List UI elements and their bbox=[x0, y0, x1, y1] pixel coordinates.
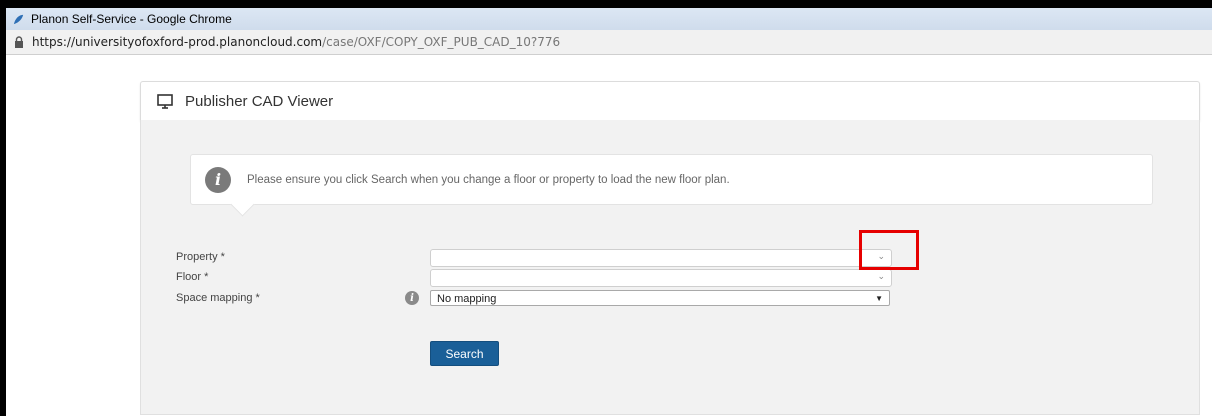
info-message: Please ensure you click Search when you … bbox=[247, 173, 730, 186]
property-dropdown[interactable]: ⌄ bbox=[430, 249, 892, 267]
floor-dropdown[interactable]: ⌄ bbox=[430, 269, 892, 287]
info-icon: i bbox=[205, 166, 231, 193]
floor-label: Floor * bbox=[176, 271, 209, 283]
panel-body: i Please ensure you click Search when yo… bbox=[140, 120, 1200, 415]
panel-header: Publisher CAD Viewer bbox=[140, 81, 1200, 121]
chevron-down-icon[interactable]: ⌄ bbox=[877, 271, 885, 282]
search-button[interactable]: Search bbox=[430, 341, 499, 366]
url-path: /case/OXF/COPY_OXF_PUB_CAD_10?776 bbox=[322, 35, 561, 49]
window-title: Planon Self-Service - Google Chrome bbox=[31, 12, 232, 26]
planon-logo-icon bbox=[13, 14, 24, 24]
info-icon[interactable]: i bbox=[405, 291, 419, 305]
space-mapping-label: Space mapping * bbox=[176, 292, 260, 304]
browser-titlebar: Planon Self-Service - Google Chrome bbox=[6, 8, 1212, 30]
info-message-box: i Please ensure you click Search when yo… bbox=[190, 154, 1153, 205]
browser-window: Planon Self-Service - Google Chrome http… bbox=[6, 8, 1212, 416]
space-mapping-select[interactable]: No mapping ▼ bbox=[430, 290, 890, 306]
address-bar[interactable]: https://universityofoxford-prod.planoncl… bbox=[6, 30, 1212, 55]
url-host: https://universityofoxford-prod.planoncl… bbox=[32, 35, 323, 49]
space-mapping-value: No mapping bbox=[437, 293, 497, 305]
property-label: Property * bbox=[176, 251, 225, 263]
page-title: Publisher CAD Viewer bbox=[185, 92, 334, 110]
page-content: Publisher CAD Viewer i Please ensure you… bbox=[6, 55, 1212, 416]
select-arrow-icon[interactable]: ▼ bbox=[875, 291, 883, 307]
red-highlight-box bbox=[859, 230, 919, 270]
lock-icon bbox=[15, 36, 23, 48]
monitor-icon bbox=[157, 93, 173, 109]
